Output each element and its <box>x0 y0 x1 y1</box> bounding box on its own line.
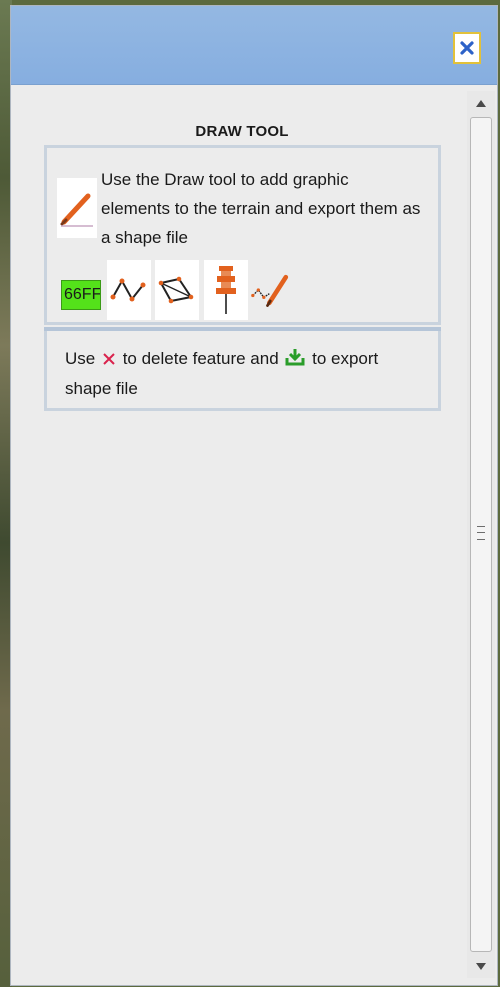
help-note-section: Use to delete feature and to export shap… <box>44 331 441 411</box>
export-icon <box>285 347 305 375</box>
scroll-thumb[interactable] <box>470 117 492 952</box>
note-text-2: to delete feature and <box>117 349 284 368</box>
grip-icon <box>477 526 485 540</box>
line-tool-button[interactable] <box>107 260 151 320</box>
pushpin-icon <box>216 266 236 314</box>
delete-icon <box>102 347 116 375</box>
close-icon <box>460 41 474 55</box>
scroll-up-button[interactable] <box>467 91 495 115</box>
scroll-down-button[interactable] <box>467 954 495 978</box>
draw-tool-panel: DRAW TOOL Use the Draw tool to add graph… <box>10 5 498 986</box>
panel-header <box>11 6 497 85</box>
pencil-line-icon <box>251 274 289 307</box>
color-swatch[interactable]: 66FF <box>61 280 101 310</box>
point-tool-button[interactable] <box>204 260 248 320</box>
close-button[interactable] <box>453 32 481 64</box>
pencil-icon <box>60 193 93 227</box>
draw-tool-description: Use the Draw tool to add graphic element… <box>101 170 421 247</box>
note-text-1: Use <box>65 349 100 368</box>
freehand-tool-button[interactable] <box>251 260 295 320</box>
polygon-tool-button[interactable] <box>155 260 199 320</box>
arrow-down-icon <box>476 962 486 970</box>
help-note: Use to delete feature and to export shap… <box>65 345 425 403</box>
polyline-icon <box>110 278 146 302</box>
panel-title: DRAW TOOL <box>195 123 289 140</box>
vertical-scrollbar[interactable] <box>467 91 495 978</box>
polygon-icon <box>158 276 194 304</box>
draw-tool-icon <box>57 178 97 238</box>
panel-content: DRAW TOOL Use the Draw tool to add graph… <box>11 85 467 985</box>
arrow-up-icon <box>476 99 486 107</box>
draw-tools-section: Use the Draw tool to add graphic element… <box>44 145 441 325</box>
